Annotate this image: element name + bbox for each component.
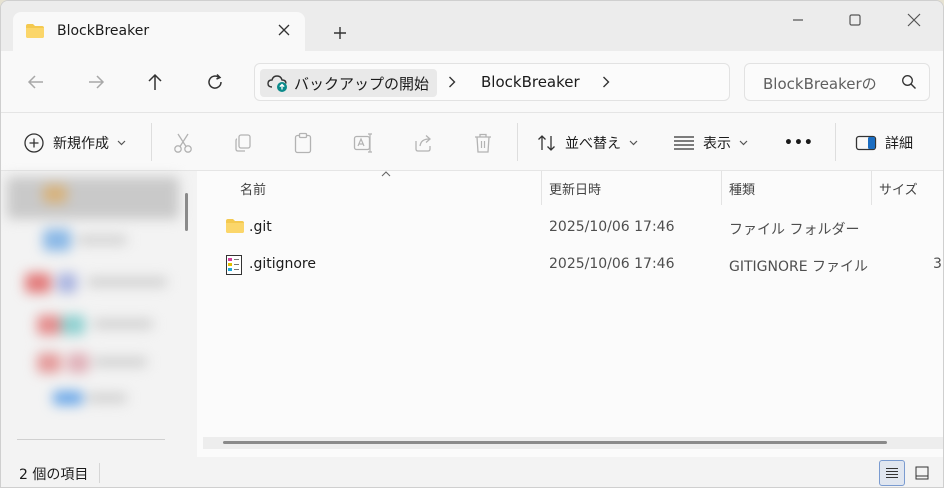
minimize-button[interactable] <box>783 9 813 31</box>
copy-button[interactable] <box>233 129 253 157</box>
file-explorer-window: BlockBreaker バックアップの開始 BlockBreaker Bloc… <box>0 0 944 488</box>
scissors-icon <box>173 132 193 154</box>
details-view-button[interactable] <box>879 460 905 486</box>
trash-icon <box>473 132 493 154</box>
file-icon <box>225 255 243 275</box>
sort-ascending-icon <box>381 171 391 177</box>
close-tab-icon[interactable] <box>275 21 293 39</box>
view-button[interactable]: 表示 <box>673 129 748 157</box>
search-placeholder: BlockBreakerの <box>763 75 877 93</box>
chevron-down-icon <box>739 140 748 146</box>
sort-button[interactable]: 並べ替え <box>537 129 638 157</box>
plus-circle-icon <box>23 132 45 154</box>
more-options-button[interactable]: ••• <box>784 129 814 157</box>
file-name: .gitignore <box>249 256 316 272</box>
forward-button[interactable] <box>83 69 109 95</box>
column-header-size[interactable]: サイズ <box>879 179 918 198</box>
file-name: .git <box>249 219 272 235</box>
file-type: ファイル フォルダー <box>729 222 860 238</box>
refresh-button[interactable] <box>202 69 228 95</box>
breadcrumb-current[interactable]: BlockBreaker <box>481 73 580 91</box>
column-header-type[interactable]: 種類 <box>729 179 755 198</box>
breadcrumb-root-label: バックアップの開始 <box>294 74 430 93</box>
copy-icon <box>233 133 253 153</box>
details-pane-button[interactable]: 詳細 <box>855 129 913 157</box>
rename-button[interactable] <box>353 129 375 157</box>
up-button[interactable] <box>142 69 168 95</box>
folder-icon <box>25 23 45 39</box>
file-modified: 2025/10/06 17:46 <box>549 256 675 272</box>
file-list: 名前 更新日時 種類 サイズ .git 2025/10/06 17:46 ファイ… <box>197 171 943 457</box>
command-bar: 新規作成 並べ替え 表示 ••• 詳細 <box>1 113 943 171</box>
cloud-backup-icon <box>267 73 289 93</box>
tiles-view-button[interactable] <box>909 460 935 486</box>
list-view-icon <box>673 135 695 151</box>
blurred-navigation-items <box>7 177 179 405</box>
cut-button[interactable] <box>173 129 193 157</box>
new-tab-button[interactable] <box>328 21 352 45</box>
new-button[interactable]: 新規作成 <box>23 129 126 157</box>
paste-button[interactable] <box>293 129 313 157</box>
view-button-label: 表示 <box>703 136 731 152</box>
item-count: 2 個の項目 <box>19 467 89 483</box>
table-row[interactable]: .git 2025/10/06 17:46 ファイル フォルダー <box>197 211 943 245</box>
maximize-button[interactable] <box>840 9 870 31</box>
details-view-icon <box>885 467 899 479</box>
close-window-button[interactable] <box>899 9 929 31</box>
table-row[interactable]: .gitignore 2025/10/06 17:46 GITIGNORE ファ… <box>197 248 943 282</box>
navigation-bar: バックアップの開始 BlockBreaker BlockBreakerの <box>1 51 943 113</box>
scrollbar-thumb[interactable] <box>223 441 887 444</box>
file-size: 3 <box>933 256 942 272</box>
file-modified: 2025/10/06 17:46 <box>549 219 675 235</box>
horizontal-scrollbar[interactable] <box>203 437 943 449</box>
sidebar-divider <box>17 439 165 440</box>
folder-icon <box>225 218 245 234</box>
tiles-view-icon <box>915 466 929 480</box>
file-type: GITIGNORE ファイル <box>729 259 869 275</box>
sidebar-scrollbar[interactable] <box>185 193 188 231</box>
tab-title: BlockBreaker <box>57 23 150 39</box>
column-header-modified[interactable]: 更新日時 <box>549 179 601 198</box>
chevron-down-icon <box>629 140 638 146</box>
sort-button-label: 並べ替え <box>565 136 621 152</box>
search-box[interactable]: BlockBreakerの <box>744 63 930 101</box>
details-button-label: 詳細 <box>885 136 913 152</box>
breadcrumb-root[interactable]: バックアップの開始 <box>260 69 438 97</box>
delete-button[interactable] <box>473 129 493 157</box>
address-bar[interactable]: バックアップの開始 BlockBreaker <box>254 63 730 101</box>
tab-blockbreaker[interactable]: BlockBreaker <box>13 12 305 51</box>
sort-icon <box>537 133 557 153</box>
chevron-right-icon[interactable] <box>599 74 613 90</box>
back-button[interactable] <box>23 69 49 95</box>
chevron-down-icon <box>117 140 126 146</box>
navigation-pane <box>1 171 197 457</box>
title-bar: BlockBreaker <box>1 1 943 51</box>
chevron-right-icon[interactable] <box>445 74 459 90</box>
clipboard-icon <box>293 132 313 154</box>
details-pane-icon <box>855 134 877 152</box>
share-icon <box>413 133 435 153</box>
rename-icon <box>353 133 375 153</box>
new-button-label: 新規作成 <box>53 136 109 152</box>
share-button[interactable] <box>413 129 435 157</box>
column-header-name[interactable]: 名前 <box>240 179 266 198</box>
status-bar: 2 個の項目 <box>1 457 943 487</box>
search-icon[interactable] <box>901 74 917 90</box>
